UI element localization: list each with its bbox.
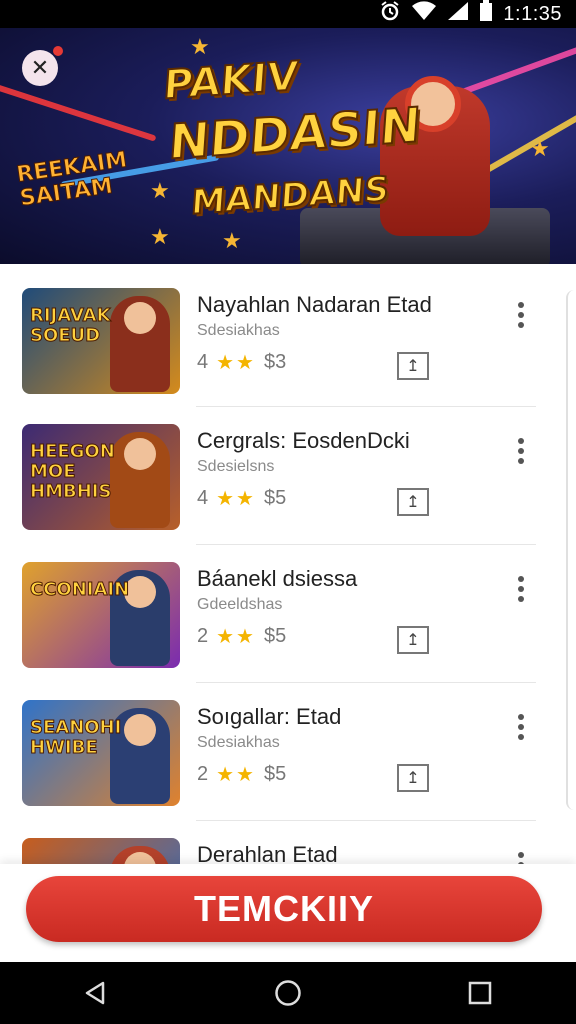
more-options-button[interactable] [510,850,532,864]
thumbnail-text: RIJAVAK SOEUD [30,305,112,346]
list-item[interactable]: CCONIAIN Báanekl dsiessa Gdeeldshas 2 ★★… [0,538,560,676]
battery-icon [479,0,493,28]
game-subtitle: Sdesiakhas [197,734,280,751]
thumbnail-text-line: CCONIAIN [29,579,130,600]
download-button[interactable]: ↥ [397,764,429,792]
game-title[interactable]: Derahlan Etad [197,842,338,864]
price: $5 [263,625,287,647]
price: $5 [263,487,287,509]
alarm-icon [379,0,401,28]
star-rating-icon: ★★ [216,488,256,510]
thumbnail-character-head [124,302,156,334]
download-button[interactable]: ↥ [397,352,429,380]
game-title[interactable]: Cergrals: EosdenDcki [197,428,410,454]
primary-action-button[interactable]: TEMCKIIY [26,876,542,942]
download-icon: ↥ [406,632,420,649]
list-item[interactable]: SEANOHI HWIBE Soıgallar: Etad Sdesiakhas… [0,676,560,814]
home-icon [275,980,301,1006]
game-title[interactable]: Soıgallar: Etad [197,704,341,730]
notification-dot [53,46,63,56]
game-thumbnail[interactable]: SEANOHI HWIBE [22,700,180,806]
more-options-button[interactable] [510,436,532,466]
list-item[interactable]: Derahlan Etad [0,814,560,864]
signal-icon [447,1,469,27]
thumbnail-text-line: SOEUD [30,325,101,346]
game-subtitle: Gdeeldshas [197,596,283,613]
back-icon [85,981,105,1005]
rating-value: 2 [197,625,209,647]
thumbnail-text-line: HEEGON [30,441,116,462]
star-rating-icon: ★★ [216,764,256,786]
download-button[interactable]: ↥ [397,626,429,654]
star-rating-icon: ★★ [216,352,256,374]
recents-button[interactable] [450,971,510,1015]
thumbnail-text-line: RIJAVAK [30,305,112,326]
game-thumbnail[interactable] [22,838,180,864]
thumbnail-text: HEEGON MOE HMBHIS [30,441,116,502]
thumbnail-character-head [124,714,156,746]
game-thumbnail[interactable]: CCONIAIN [22,562,180,668]
download-icon: ↥ [406,494,420,511]
rating-value: 4 [197,351,209,373]
more-options-button[interactable] [510,712,532,742]
star-decoration-icon: ★ [190,34,210,59]
light-beam [0,80,157,142]
wifi-icon [411,1,437,27]
navigation-bar [0,962,576,1024]
thumbnail-text: CCONIAIN [29,579,130,600]
banner-side-text: REEKAIM SAITAM [15,147,132,212]
thumbnail-text-line: SEANOHI [29,717,122,738]
game-list[interactable]: RIJAVAK SOEUD Nayahlan Nadaran Etad Sdes… [0,264,576,864]
download-icon: ↥ [406,770,420,787]
scroll-edge [566,290,576,810]
game-meta: 4 ★★ $3 [197,350,286,375]
cta-area: TEMCKIIY [0,864,576,962]
thumbnail-text-line: HWIBE [29,737,98,758]
star-decoration-icon: ★ [150,178,170,203]
game-thumbnail[interactable]: RIJAVAK SOEUD [22,288,180,394]
recents-icon [468,981,492,1005]
download-button[interactable]: ↥ [397,488,429,516]
game-title[interactable]: Nayahlan Nadaran Etad [197,292,432,318]
home-button[interactable] [258,971,318,1015]
banner-title-line-1: PAKIV [161,52,301,109]
list-item[interactable]: HEEGON MOE HMBHIS Cergrals: EosdenDcki S… [0,400,560,538]
star-decoration-icon: ★ [530,136,550,161]
game-meta: 4 ★★ $5 [197,486,286,511]
status-time: 1:1:35 [503,2,562,25]
star-rating-icon: ★★ [216,626,256,648]
thumbnail-text-line: MOE [30,461,77,482]
close-button[interactable]: ✕ [22,50,58,86]
game-meta: 2 ★★ $5 [197,624,286,649]
price: $3 [263,351,287,373]
star-decoration-icon: ★ [150,224,170,249]
rating-value: 2 [197,763,209,785]
price: $5 [263,763,287,785]
game-title[interactable]: Báanekl dsiessa [197,566,357,592]
more-options-button[interactable] [510,300,532,330]
promo-banner[interactable]: ★ ★ ★ ★ ★ PAKIV NDDASIN MANDANS REEKAIM … [0,28,576,264]
thumbnail-text-line: HMBHIS [30,481,112,502]
game-subtitle: Sdesiakhas [197,322,280,339]
game-subtitle: Sdesielsns [197,458,275,475]
thumbnail-character-head [124,438,156,470]
rating-value: 4 [197,487,209,509]
close-icon: ✕ [30,55,50,80]
thumbnail-text: SEANOHI HWIBE [29,717,122,758]
back-button[interactable] [66,971,126,1015]
more-options-button[interactable] [510,574,532,604]
list-item[interactable]: RIJAVAK SOEUD Nayahlan Nadaran Etad Sdes… [0,264,560,402]
game-thumbnail[interactable]: HEEGON MOE HMBHIS [22,424,180,530]
status-bar: 1:1:35 [0,0,576,28]
game-meta: 2 ★★ $5 [197,762,286,787]
star-decoration-icon: ★ [222,228,242,253]
download-icon: ↥ [406,358,420,375]
